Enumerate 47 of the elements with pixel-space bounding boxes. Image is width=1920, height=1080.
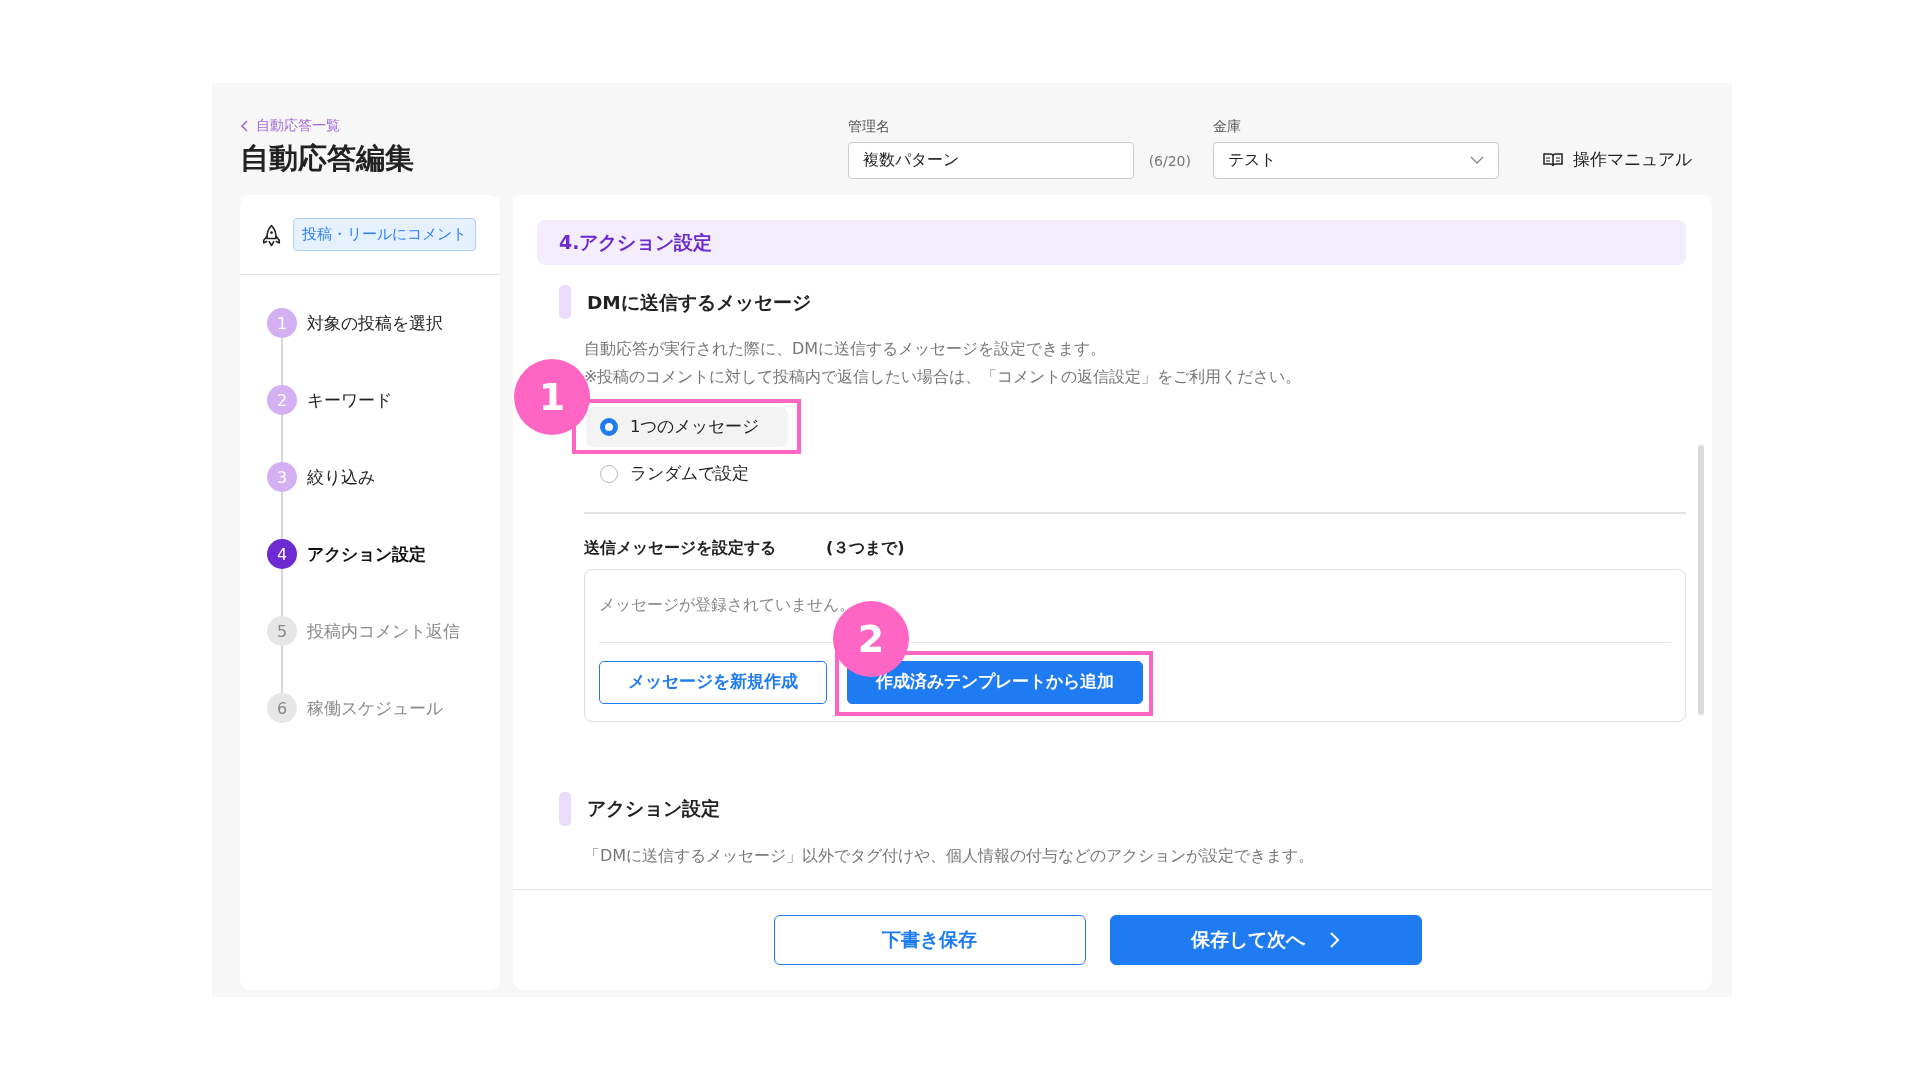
step-number: 2 — [267, 385, 297, 415]
heading-accent-bar — [559, 285, 571, 319]
character-counter: (6/20) — [1148, 153, 1191, 169]
book-icon — [1543, 151, 1563, 168]
step-item[interactable]: 2 キーワード — [267, 385, 500, 415]
radio-option[interactable]: 1つのメッセージ — [586, 407, 788, 447]
step-item[interactable]: 3 絞り込み — [267, 462, 500, 492]
step-label: 稼働スケジュール — [307, 696, 443, 720]
step-label: アクション設定 — [307, 542, 426, 566]
trigger-tag: 投稿・リールにコメント — [293, 218, 476, 251]
scrollbar[interactable] — [1698, 445, 1704, 715]
heading-accent-bar — [559, 791, 571, 826]
section-heading: DMに送信するメッセージ — [587, 290, 811, 315]
step-item[interactable]: 4 アクション設定 — [267, 539, 500, 569]
step-number: 1 — [267, 308, 297, 338]
limit-note: (３つまで) — [826, 537, 905, 559]
step-label: 投稿内コメント返信 — [307, 619, 460, 643]
step-item[interactable]: 6 稼働スケジュール — [267, 693, 500, 723]
save-draft-button[interactable]: 下書き保存 — [773, 915, 1086, 965]
section-banner: 4.アクション設定 — [537, 220, 1686, 265]
vault-dropdown[interactable]: テスト — [1213, 142, 1499, 179]
section-heading: アクション設定 — [587, 797, 720, 821]
chevron-left-icon — [240, 120, 250, 132]
subsection-heading: 送信メッセージを設定する — [584, 537, 776, 559]
step-number: 5 — [267, 616, 297, 646]
radio-option[interactable]: ランダムで設定 — [586, 454, 777, 494]
add-message-button[interactable]: 作成済みテンプレートから追加 — [847, 660, 1143, 704]
name-input-field[interactable]: 複数パターン — [847, 142, 1134, 179]
add-message-button[interactable]: メッセージを新規作成 — [599, 660, 827, 704]
step-label: 絞り込み — [307, 465, 375, 489]
step-number: 3 — [267, 462, 297, 492]
page-title: 自動応答編集 — [240, 140, 415, 177]
step-number: 6 — [267, 693, 297, 723]
description-text: 自動応答が実行された際に、DMに送信するメッセージを設定できます。 — [584, 338, 1108, 360]
save-next-button[interactable]: 保存して次へ — [1109, 915, 1422, 965]
step-item[interactable]: 5 投稿内コメント返信 — [267, 616, 500, 646]
field-label: 金庫 — [1213, 118, 1242, 136]
step-item[interactable]: 1 対象の投稿を選択 — [267, 308, 500, 338]
empty-message: メッセージが登録されていません。 — [599, 595, 855, 616]
field-label: 管理名 — [847, 118, 891, 136]
step-number: 4 — [267, 539, 297, 569]
manual-link[interactable]: 操作マニュアル — [1543, 148, 1692, 171]
breadcrumb-link[interactable]: 自動応答一覧 — [240, 117, 340, 135]
chevron-down-icon — [1470, 156, 1484, 165]
description-text: 「DMに送信するメッセージ」以外でタグ付けや、個人情報の付与などのアクションが設定できます。 — [584, 844, 1316, 867]
step-label: 対象の投稿を選択 — [307, 311, 443, 335]
step-label: キーワード — [307, 388, 392, 412]
